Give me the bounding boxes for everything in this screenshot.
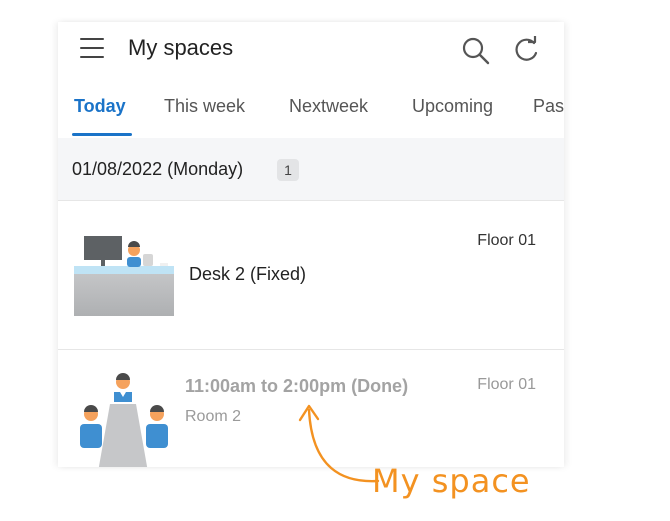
booking-room-name: Room 2 xyxy=(185,408,242,425)
tab-next-week[interactable]: Nextweek xyxy=(289,96,368,117)
tab-today[interactable]: Today xyxy=(74,96,126,117)
tab-this-week[interactable]: This week xyxy=(164,96,245,117)
floor-label: Floor 01 xyxy=(477,232,536,249)
meeting-room-illustration-icon xyxy=(80,373,168,467)
floor-label: Floor 01 xyxy=(477,376,536,393)
refresh-icon[interactable] xyxy=(510,34,542,66)
app-bar: My spaces xyxy=(58,22,564,78)
menu-icon[interactable] xyxy=(80,38,104,58)
date-tabs: Today This week Nextweek Upcoming Pas xyxy=(58,84,564,138)
booking-time: 11:00am to 2:00pm (Done) xyxy=(185,376,409,396)
booking-card-desk[interactable]: Desk 2 (Fixed) Floor 01 xyxy=(58,202,564,350)
annotation-arrow-icon xyxy=(298,404,380,483)
annotation-label: My space xyxy=(372,462,531,500)
tab-upcoming[interactable]: Upcoming xyxy=(412,96,493,117)
date-group-header: 01/08/2022 (Monday) 1 xyxy=(58,138,564,201)
booking-title: Desk 2 (Fixed) xyxy=(189,264,307,284)
search-icon[interactable] xyxy=(460,35,492,67)
desk-illustration-icon xyxy=(74,236,174,316)
tab-past[interactable]: Pas xyxy=(533,96,564,117)
page-title: My spaces xyxy=(128,35,234,60)
active-tab-indicator xyxy=(72,133,132,136)
date-label: 01/08/2022 (Monday) xyxy=(72,159,244,179)
count-badge: 1 xyxy=(277,159,299,181)
